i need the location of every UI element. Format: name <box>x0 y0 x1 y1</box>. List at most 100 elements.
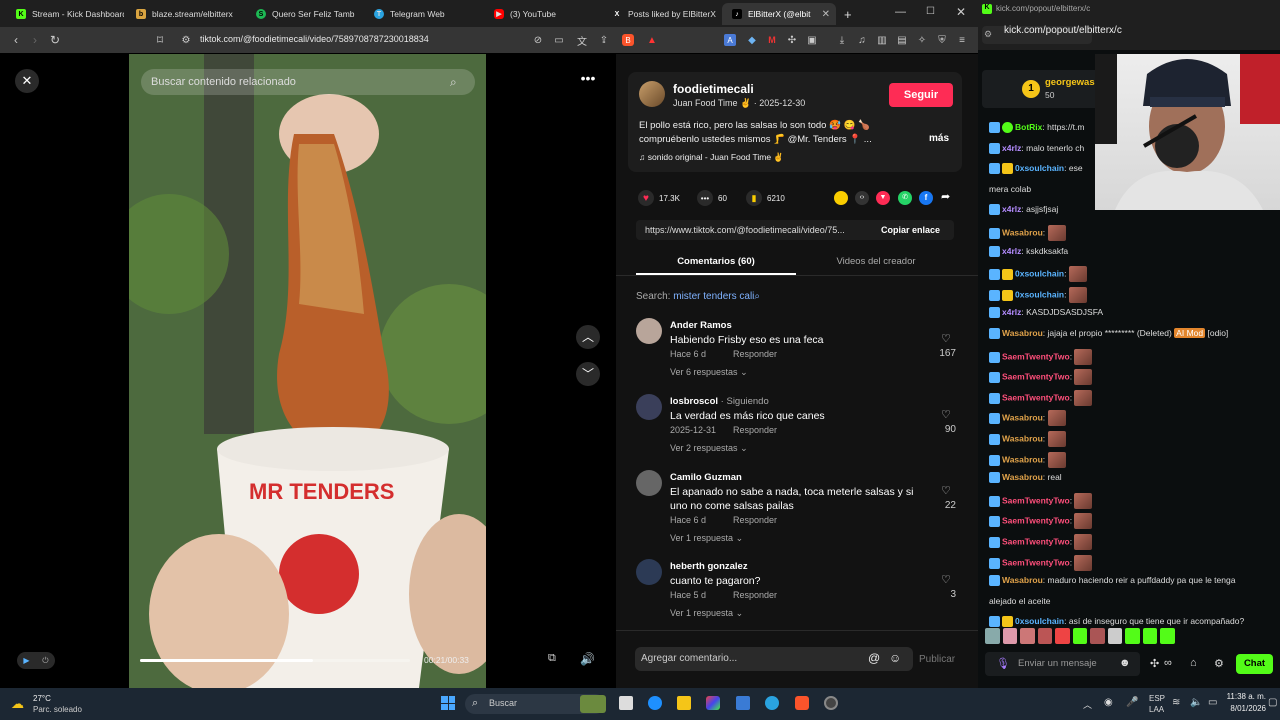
battery-icon[interactable]: ▭ <box>1208 697 1217 708</box>
speaker-icon[interactable]: 🔈 <box>1190 697 1202 708</box>
no-tracking-icon[interactable]: ⊘ <box>532 34 544 46</box>
share-coin-icon[interactable] <box>834 191 848 205</box>
previous-video-button[interactable]: ︿ <box>576 325 600 349</box>
comment-like-icon[interactable]: ♡ <box>941 332 951 345</box>
facebook-icon[interactable]: f <box>919 191 933 205</box>
vpn-icon[interactable]: ⛨ <box>936 34 948 46</box>
taskbar-search-input[interactable]: Buscar <box>489 698 517 708</box>
wallet-icon[interactable]: ▤ <box>896 34 908 46</box>
clock-date[interactable]: 8/01/2026 <box>1226 704 1266 713</box>
emote-icon[interactable] <box>1125 628 1140 644</box>
microphone-icon[interactable]: 🎙 <box>996 657 1010 670</box>
language-layout[interactable]: LAA <box>1149 705 1164 714</box>
whatsapp-icon[interactable]: ✆ <box>898 191 912 205</box>
screenshot-icon[interactable]: ▣ <box>806 34 818 46</box>
tab-telegram[interactable]: T Telegram Web <box>364 3 482 25</box>
video-link[interactable]: https://www.tiktok.com/@foodietimecali/v… <box>645 225 867 235</box>
chat-username[interactable]: SaemTwentyTwo <box>1002 495 1070 505</box>
link-icon[interactable]: ∞ <box>1164 657 1172 669</box>
extension-translate-icon[interactable]: A <box>724 34 736 46</box>
chat-username[interactable]: SaemTwentyTwo <box>1002 392 1070 402</box>
comment-like-icon[interactable]: ♡ <box>941 484 951 497</box>
reload-icon[interactable]: ↻ <box>47 32 63 48</box>
edge-icon[interactable] <box>648 696 662 710</box>
brave-shield-icon[interactable]: B <box>622 34 634 46</box>
publish-button[interactable]: Publicar <box>919 654 955 665</box>
comment-like-icon[interactable]: ♡ <box>941 573 951 586</box>
forward-icon[interactable]: › <box>27 32 43 48</box>
chat-username[interactable]: x4rlz <box>1002 143 1021 153</box>
chat-username[interactable]: Wasabrou <box>1002 328 1043 338</box>
comment-author[interactable]: Camilo Guzman <box>670 472 742 483</box>
comment-author[interactable]: Ander Ramos <box>670 320 732 331</box>
reply-button[interactable]: Responder <box>733 425 777 435</box>
tab-spotify[interactable]: S Quero Ser Feliz Tamb <box>246 3 358 25</box>
wifi-icon[interactable]: ≋ <box>1172 697 1180 708</box>
comment-avatar[interactable] <box>636 470 662 496</box>
emote-icon[interactable] <box>1072 628 1088 644</box>
comment-avatar[interactable] <box>636 394 662 420</box>
chat-username[interactable]: Wasabrou <box>1002 454 1043 464</box>
new-tab-button[interactable]: + <box>840 3 858 25</box>
tab-x-posts[interactable]: X Posts liked by ElBitterX <box>602 3 720 25</box>
add-comment-input[interactable]: Agregar comentario... <box>641 653 737 664</box>
sidebar-icon[interactable]: ▥ <box>876 34 888 46</box>
volume-icon[interactable]: 🔊 <box>580 652 598 670</box>
emoji-icon[interactable]: ☺ <box>889 651 901 665</box>
weather-icon[interactable]: ☁ <box>11 696 27 711</box>
emote-icon[interactable] <box>1055 628 1070 644</box>
extension-icon[interactable]: ✣ <box>1150 657 1159 670</box>
chat-username[interactable]: SaemTwentyTwo <box>1002 536 1070 546</box>
popout-url[interactable]: kick.com/popout/elbitterx/c <box>1004 25 1122 36</box>
view-replies-button[interactable]: Ver 1 respuesta ⌄ <box>670 608 743 619</box>
store-icon[interactable] <box>736 696 750 710</box>
chat-username[interactable]: Wasabrou <box>1002 412 1043 422</box>
windows-start-icon[interactable] <box>441 696 455 710</box>
chat-username[interactable]: 0xsoulchain <box>1015 268 1064 278</box>
extensions-icon[interactable]: ✣ <box>786 34 798 46</box>
more-button[interactable]: más <box>929 133 949 144</box>
brave-rewards-icon[interactable]: ▲ <box>646 34 658 46</box>
chat-username[interactable]: x4rlz <box>1002 246 1021 256</box>
chat-username[interactable]: Wasabrou <box>1002 575 1043 585</box>
cast-icon[interactable]: ▭ <box>553 34 565 46</box>
emote-icon[interactable] <box>1002 628 1018 644</box>
share-arrow-icon[interactable]: ➦ <box>941 190 950 203</box>
telegram-taskbar-icon[interactable] <box>765 696 779 710</box>
chat-username[interactable]: SaemTwentyTwo <box>1002 351 1070 361</box>
chat-username[interactable]: Wasabrou <box>1002 472 1043 482</box>
embed-icon[interactable]: ‹› <box>855 191 869 205</box>
comment-button[interactable]: ••• 60 <box>697 190 727 206</box>
emoji-icon[interactable]: ☻ <box>1119 657 1131 669</box>
chat-username[interactable]: SaemTwentyTwo <box>1002 515 1070 525</box>
brave-taskbar-icon[interactable] <box>795 696 809 710</box>
chat-username[interactable]: 0xsoulchain <box>1015 163 1064 173</box>
close-video-button[interactable]: ✕ <box>15 69 39 93</box>
emote-icon[interactable] <box>1107 628 1123 644</box>
share-icon[interactable]: ⇪ <box>598 34 610 46</box>
minimize-icon[interactable]: — <box>895 6 906 18</box>
view-replies-button[interactable]: Ver 6 respuestas ⌄ <box>670 367 748 378</box>
comment-like-icon[interactable]: ♡ <box>941 408 951 421</box>
chat-username[interactable]: Wasabrou <box>1002 227 1043 237</box>
chevron-up-icon[interactable]: ︿ <box>1083 698 1092 711</box>
emote-icon[interactable] <box>1160 628 1176 644</box>
tab-comments[interactable]: Comentarios (60) <box>636 256 796 267</box>
emote-bar[interactable] <box>985 628 1176 646</box>
emote-icon[interactable] <box>1090 628 1105 644</box>
store-icon[interactable]: ⌂ <box>1190 657 1197 669</box>
extension-m-icon[interactable]: M <box>766 34 778 46</box>
back-icon[interactable]: ‹ <box>8 32 24 48</box>
avatar[interactable] <box>639 81 665 107</box>
comment-avatar[interactable] <box>636 559 662 585</box>
file-explorer-icon[interactable] <box>677 696 691 710</box>
url-field[interactable]: tiktok.com/@foodietimecali/video/7589708… <box>200 34 429 44</box>
tab-creator-videos[interactable]: Videos del creador <box>796 256 956 267</box>
related-search-input[interactable]: Buscar contenido relacionado <box>141 69 475 95</box>
view-replies-button[interactable]: Ver 2 respuestas ⌄ <box>670 443 748 454</box>
close-window-icon[interactable]: ✕ <box>956 5 966 19</box>
menu-icon[interactable]: ≡ <box>956 34 968 46</box>
copy-link-button[interactable]: Copiar enlace <box>881 225 940 235</box>
comment-author[interactable]: heberth gonzalez <box>670 561 748 572</box>
chat-username[interactable]: x4rlz <box>1002 204 1021 214</box>
